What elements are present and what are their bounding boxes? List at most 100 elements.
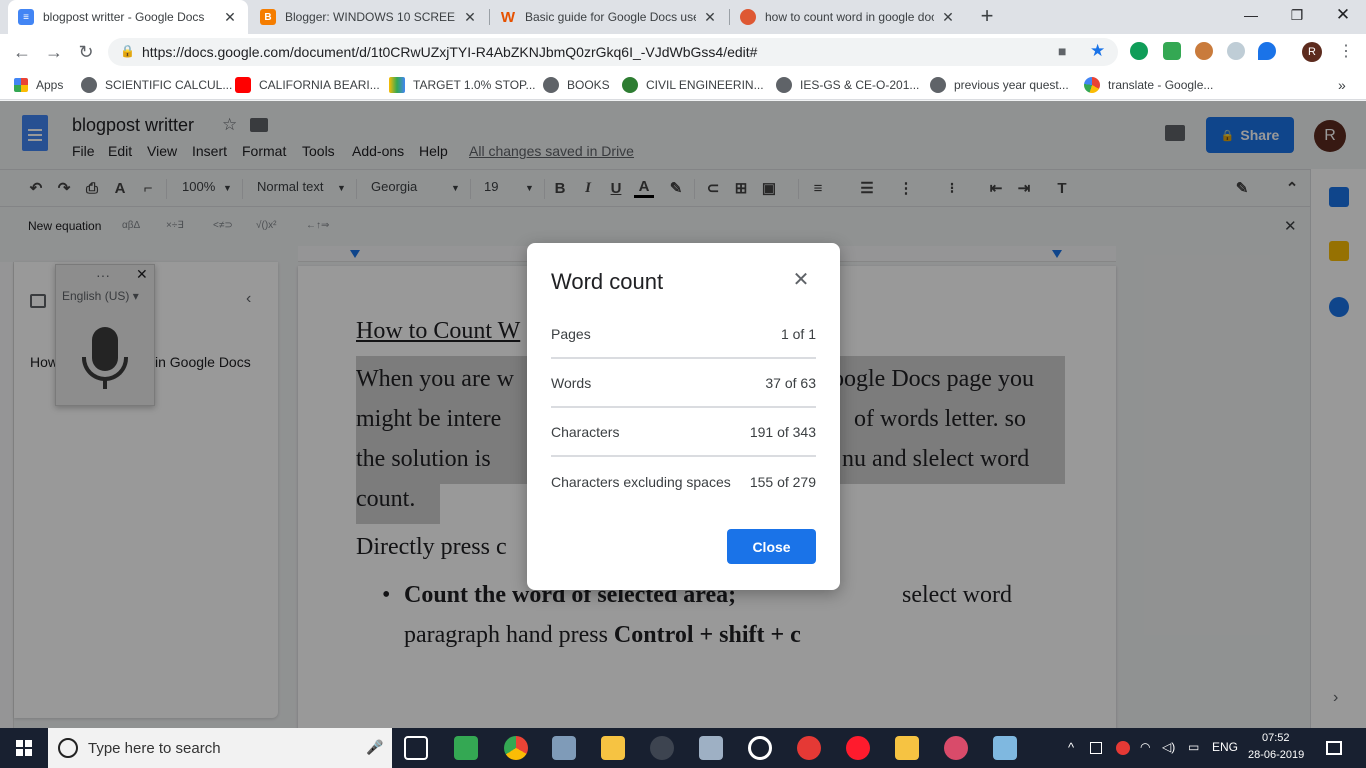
- drive-icon: [389, 77, 405, 93]
- bookmark-label: translate - Google...: [1108, 78, 1214, 92]
- tab-title: blogpost writter - Google Docs: [43, 10, 205, 24]
- bookmark-label: IES-GS & CE-O-201...: [800, 78, 920, 92]
- bookmark-label: CIVIL ENGINEERIN...: [646, 78, 764, 92]
- shield-extension-icon[interactable]: [1163, 42, 1181, 60]
- chrome-menu-icon[interactable]: ⋮: [1338, 41, 1354, 61]
- camera-icon[interactable]: ■: [1058, 43, 1066, 59]
- extension-icon-green[interactable]: [1130, 42, 1148, 60]
- bookmark-apps[interactable]: Apps: [14, 70, 63, 100]
- bookmarks-overflow-icon[interactable]: »: [1338, 70, 1346, 100]
- display-icon[interactable]: [1090, 742, 1102, 754]
- bookmark-label: BOOKS: [567, 78, 610, 92]
- battery-icon[interactable]: ▭: [1188, 740, 1199, 754]
- globe-icon: [930, 77, 946, 93]
- folder-icon[interactable]: [895, 736, 919, 760]
- youtube-icon: [235, 77, 251, 93]
- row-value: 37 of 63: [765, 374, 816, 391]
- row-label: Characters excluding spaces: [551, 473, 731, 490]
- bookmark-label: SCIENTIFIC CALCUL...: [105, 78, 233, 92]
- apps-grid-icon: [14, 78, 28, 92]
- browser-tab-guide[interactable]: W Basic guide for Google Docs user ✕: [490, 0, 728, 34]
- word-count-row-characters: Characters 191 of 343: [551, 408, 816, 457]
- row-value: 155 of 279: [749, 473, 816, 490]
- row-label: Words: [551, 374, 592, 391]
- bookmark-item[interactable]: IES-GS & CE-O-201...: [776, 70, 919, 100]
- word-count-row-words: Words 37 of 63: [551, 359, 816, 408]
- bookmark-label: previous year quest...: [954, 78, 1069, 92]
- url-text: https://docs.google.com/document/d/1t0CR…: [142, 44, 758, 60]
- close-tab-icon[interactable]: ✕: [702, 9, 718, 26]
- bookmark-item[interactable]: translate - Google...: [1084, 70, 1213, 100]
- new-tab-button[interactable]: +: [976, 5, 998, 27]
- bookmark-item[interactable]: previous year quest...: [930, 70, 1069, 100]
- profile-avatar[interactable]: R: [1302, 42, 1322, 62]
- reload-button[interactable]: ↻: [74, 40, 98, 64]
- extension-icon-face[interactable]: [1195, 42, 1213, 60]
- clock-date[interactable]: 28-06-2019: [1248, 749, 1304, 761]
- browser-toolbar: ← → ↻ 🔒 https://docs.google.com/document…: [0, 34, 1366, 70]
- wifi-icon[interactable]: ◠: [1140, 740, 1150, 754]
- clock-time[interactable]: 07:52: [1262, 732, 1290, 744]
- word-count-row-pages: Pages 1 of 1: [551, 310, 816, 359]
- close-tab-icon[interactable]: ✕: [222, 9, 238, 26]
- windows-start-icon[interactable]: [16, 740, 32, 756]
- bookmark-item[interactable]: SCIENTIFIC CALCUL...: [81, 70, 232, 100]
- drop-extension-icon[interactable]: [1258, 42, 1276, 60]
- close-button[interactable]: Close: [727, 529, 816, 564]
- word-count-row-characters-no-spaces: Characters excluding spaces 155 of 279: [551, 457, 816, 506]
- paint-icon[interactable]: [944, 736, 968, 760]
- tab-title: how to count word in google doc: [765, 10, 934, 24]
- camtasia-icon[interactable]: [454, 736, 478, 760]
- minimize-button[interactable]: —: [1228, 0, 1274, 30]
- chrome-icon[interactable]: [504, 736, 528, 760]
- tab-title: Blogger: WINDOWS 10 SCREENS: [285, 10, 456, 24]
- microphone-icon[interactable]: 🎤: [366, 739, 383, 756]
- show-hidden-icons-icon[interactable]: ^: [1068, 740, 1074, 755]
- globe-icon: [543, 77, 559, 93]
- close-window-button[interactable]: ✕: [1320, 0, 1366, 30]
- taskbar-search-box[interactable]: Type here to search 🎤: [48, 728, 392, 768]
- bookmarks-bar: Apps SCIENTIFIC CALCUL... CALIFORNIA BEA…: [0, 70, 1366, 100]
- bookmark-star-icon[interactable]: ★: [1090, 41, 1105, 61]
- google-icon: [1084, 77, 1100, 93]
- app-icon[interactable]: [552, 736, 576, 760]
- antivirus-icon[interactable]: [1116, 741, 1130, 755]
- close-tab-icon[interactable]: ✕: [940, 9, 956, 26]
- notifications-icon[interactable]: [1326, 741, 1342, 755]
- forward-button[interactable]: →: [42, 40, 66, 64]
- close-tab-icon[interactable]: ✕: [462, 9, 478, 26]
- lock-icon: 🔒: [120, 44, 135, 58]
- app-icon[interactable]: [993, 736, 1017, 760]
- back-button[interactable]: ←: [10, 40, 34, 64]
- browser-tab-docs[interactable]: ≡ blogpost writter - Google Docs ✕: [8, 0, 248, 34]
- duckduckgo-icon: [740, 9, 756, 25]
- language-indicator[interactable]: ENG: [1212, 740, 1238, 754]
- row-label: Pages: [551, 325, 591, 342]
- opera-icon[interactable]: [846, 736, 870, 760]
- volume-icon[interactable]: ◁): [1162, 740, 1175, 754]
- w-logo-icon: W: [500, 8, 516, 26]
- word-count-dialog: Word count ✕ Pages 1 of 1 Words 37 of 63…: [527, 243, 840, 590]
- bookmark-item[interactable]: BOOKS: [543, 70, 610, 100]
- maximize-button[interactable]: ❐: [1274, 0, 1320, 30]
- bookmark-label: CALIFORNIA BEARI...: [259, 78, 380, 92]
- task-view-icon[interactable]: [404, 736, 428, 760]
- windows-taskbar: Type here to search 🎤 ^ ◠ ◁) ▭ ENG 07:52…: [0, 728, 1366, 768]
- browser-tab-duckduckgo[interactable]: how to count word in google doc ✕: [730, 0, 966, 34]
- app-icon[interactable]: [699, 736, 723, 760]
- circle-app-icon[interactable]: [748, 736, 772, 760]
- bookmark-item[interactable]: CALIFORNIA BEARI...: [235, 70, 380, 100]
- cortana-icon: [58, 738, 78, 758]
- bookmark-item[interactable]: CIVIL ENGINEERIN...: [622, 70, 764, 100]
- cursor-app-icon[interactable]: [797, 736, 821, 760]
- file-explorer-icon[interactable]: [601, 736, 625, 760]
- google-docs-icon: ≡: [18, 9, 34, 25]
- row-value: 1 of 1: [780, 325, 816, 342]
- browser-tab-strip: ≡ blogpost writter - Google Docs ✕ B Blo…: [0, 0, 1366, 34]
- browser-tab-blogger[interactable]: B Blogger: WINDOWS 10 SCREENS ✕: [250, 0, 488, 34]
- close-dialog-icon[interactable]: ✕: [789, 267, 813, 291]
- address-bar[interactable]: 🔒 https://docs.google.com/document/d/1t0…: [108, 38, 1118, 66]
- bookmark-item[interactable]: TARGET 1.0% STOP...: [389, 70, 536, 100]
- key-extension-icon[interactable]: [1227, 42, 1245, 60]
- nox-icon[interactable]: [650, 736, 674, 760]
